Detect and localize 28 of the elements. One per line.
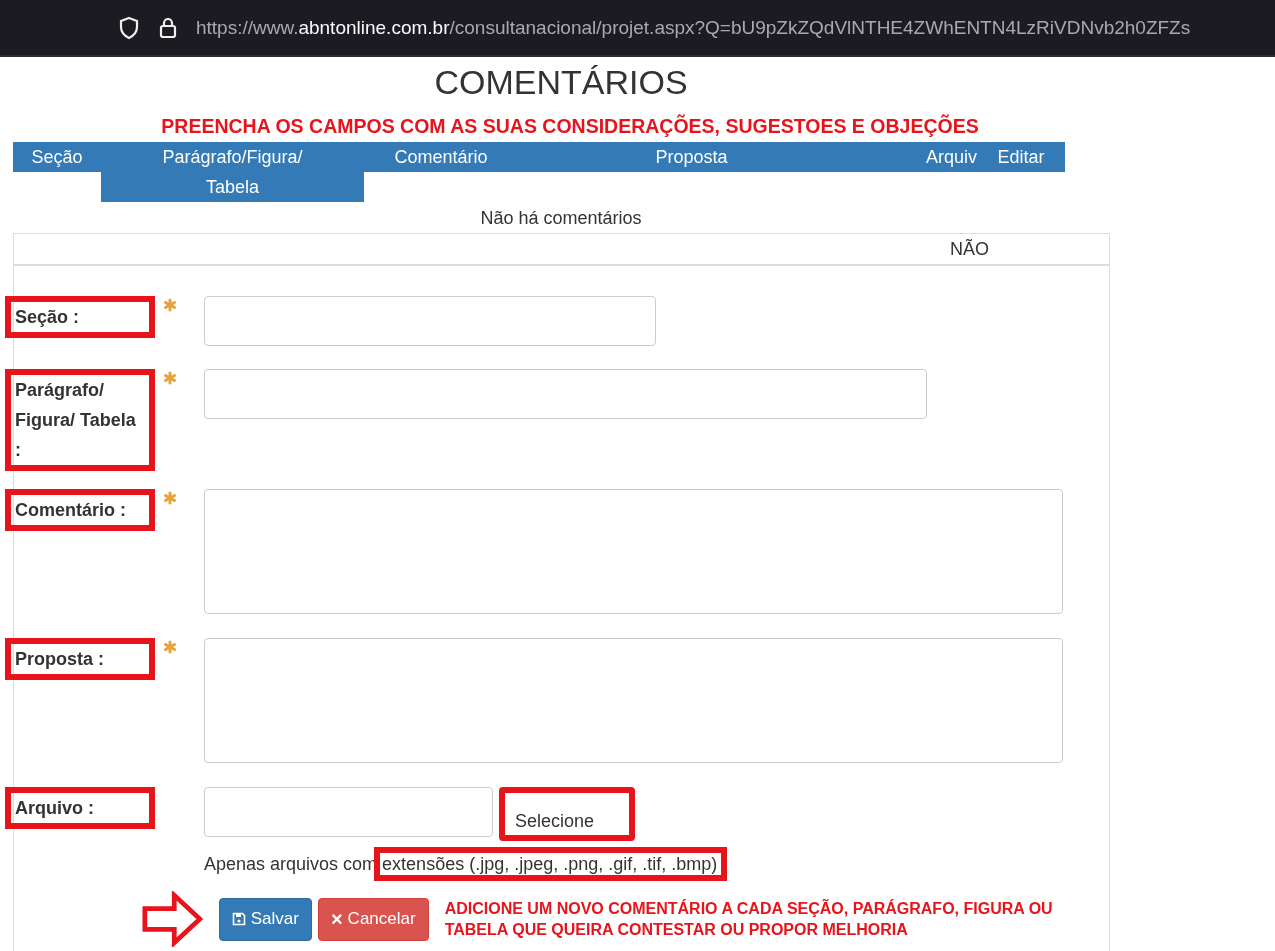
column-header: Arquiv — [865, 142, 977, 172]
field-label: Seção : — [5, 296, 155, 338]
arrow-icon — [142, 891, 203, 947]
text-field[interactable] — [204, 369, 927, 419]
shield-icon — [118, 15, 140, 40]
select-file-button[interactable]: Selecione — [499, 787, 635, 841]
save-button[interactable]: Salvar — [218, 897, 312, 941]
text-area[interactable] — [204, 489, 1063, 614]
column-header: Proposta — [518, 142, 865, 172]
table-header-cell: NÃO — [950, 239, 989, 260]
page-title: COMENTÁRIOS — [433, 62, 689, 102]
file-name-field[interactable] — [204, 787, 493, 837]
text-field[interactable] — [204, 296, 656, 346]
text-area[interactable] — [204, 638, 1063, 763]
column-header: Editar — [977, 142, 1065, 172]
column-header: Comentário — [364, 142, 518, 172]
highlighted-hint: extensões (.jpg, .jpeg, .png, .gif, .tif, .bmp) — [374, 847, 728, 881]
instruction-text: PREENCHA OS CAMPOS COM AS SUAS CONSIDERAÇÕES, SUGESTOES E OBJEÇÕES — [160, 114, 980, 138]
column-header: Seção — [13, 142, 101, 172]
column-header: Parágrafo/Figura/ Tabela — [101, 142, 364, 202]
field-label: Arquivo : — [5, 787, 155, 829]
cancel-button[interactable]: × Cancelar — [317, 897, 429, 941]
field-label: Parágrafo/ Figura/ Tabela : — [5, 369, 155, 471]
field-label: Proposta : — [5, 638, 155, 680]
empty-message: Não há comentários — [479, 207, 643, 229]
lock-icon — [158, 15, 178, 40]
annotation-text: ADICIONE UM NOVO COMENTÁRIO A CADA SEÇÃO, PARÁGRAFO, FIGURA OU TABELA QUE QUEIRA CONTESTAR OU PROPOR MELHORIA — [444, 898, 1054, 940]
field-label: Comentário : — [5, 489, 155, 531]
